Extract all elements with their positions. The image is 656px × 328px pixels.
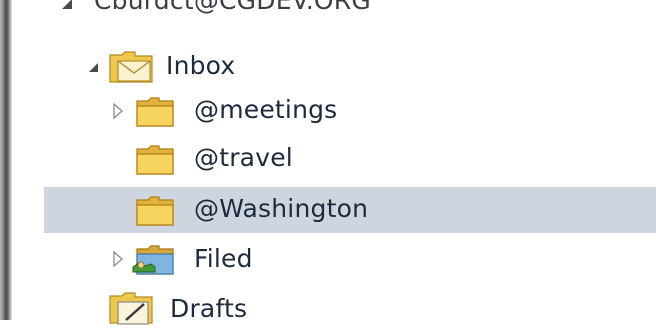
folder-icon <box>136 145 174 175</box>
inbox-label: Inbox <box>166 51 236 80</box>
tree-item-travel[interactable]: @travel <box>12 139 656 179</box>
expanded-arrow-icon[interactable] <box>60 0 74 12</box>
tree-item-washington[interactable]: @Washington <box>44 187 656 233</box>
account-label: Cburdct@CGDEV.ORG <box>94 0 371 15</box>
meetings-label: @meetings <box>194 95 338 124</box>
tree-item-meetings[interactable]: @meetings <box>12 91 656 131</box>
collapsed-arrow-icon[interactable] <box>112 103 124 119</box>
tree-item-account[interactable]: Cburdct@CGDEV.ORG <box>12 0 656 24</box>
drafts-icon <box>109 292 153 325</box>
folder-tree-pane: Cburdct@CGDEV.ORG Inbox @meetings @trave… <box>12 0 656 325</box>
tree-item-inbox[interactable]: Inbox <box>12 47 656 87</box>
washington-label: @Washington <box>194 194 369 223</box>
tree-item-drafts[interactable]: Drafts <box>12 288 656 328</box>
expanded-arrow-icon[interactable] <box>88 62 100 74</box>
filed-label: Filed <box>194 244 253 273</box>
travel-label: @travel <box>194 143 293 172</box>
drafts-label: Drafts <box>170 294 248 323</box>
shared-folder-icon <box>132 245 174 275</box>
inbox-envelope-icon <box>109 51 153 83</box>
window-edge <box>0 0 12 320</box>
tree-item-filed[interactable]: Filed <box>12 239 656 279</box>
folder-icon <box>136 97 174 127</box>
collapsed-arrow-icon[interactable] <box>112 251 124 267</box>
folder-icon <box>136 196 174 226</box>
